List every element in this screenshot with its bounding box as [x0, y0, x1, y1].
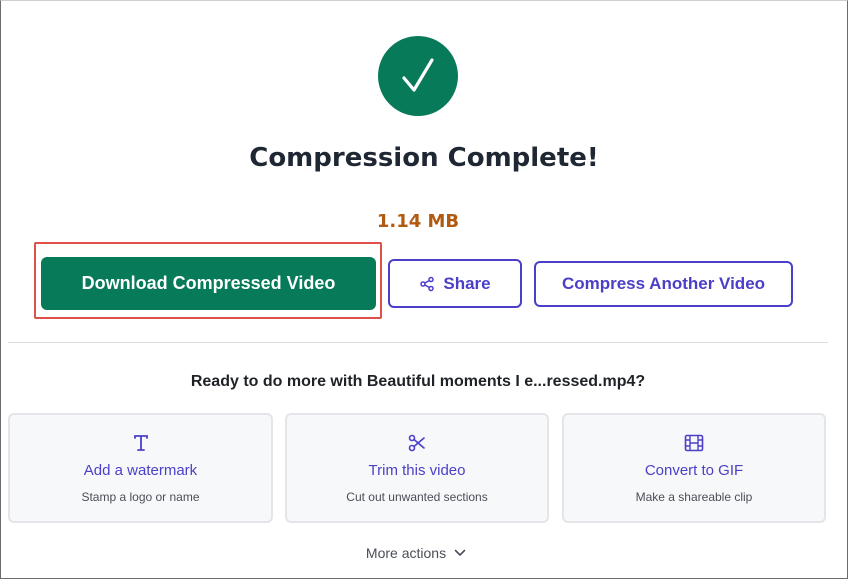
share-label: Share — [443, 273, 491, 293]
success-badge — [378, 36, 458, 116]
card-title: Add a watermark — [83, 462, 198, 479]
watermark-card[interactable]: Add a watermark Stamp a logo or name — [8, 413, 273, 523]
card-subtitle: Make a shareable clip — [635, 490, 753, 504]
compress-another-button[interactable]: Compress Another Video — [534, 261, 793, 307]
more-actions-toggle[interactable]: More actions — [0, 545, 832, 561]
file-size: 1.14 MB — [376, 211, 460, 232]
share-button[interactable]: Share — [388, 259, 522, 308]
next-steps-prompt: Ready to do more with Beautiful moments … — [190, 373, 646, 390]
gif-card[interactable]: Convert to GIF Make a shareable clip — [562, 413, 826, 523]
film-icon — [684, 434, 704, 452]
more-actions-label: More actions — [365, 545, 447, 561]
download-button[interactable]: Download Compressed Video — [41, 257, 376, 310]
card-title: Trim this video — [368, 462, 466, 479]
share-icon — [420, 276, 435, 291]
section-divider — [8, 342, 828, 343]
trim-card[interactable]: Trim this video Cut out unwanted section… — [285, 413, 549, 523]
text-icon — [133, 435, 148, 451]
card-subtitle: Cut out unwanted sections — [346, 490, 488, 504]
chevron-down-icon — [454, 549, 466, 557]
card-subtitle: Stamp a logo or name — [81, 490, 200, 504]
check-icon — [402, 58, 434, 92]
page-title: Compression Complete! — [249, 143, 599, 173]
card-title: Convert to GIF — [644, 462, 744, 479]
scissors-icon — [408, 434, 425, 452]
